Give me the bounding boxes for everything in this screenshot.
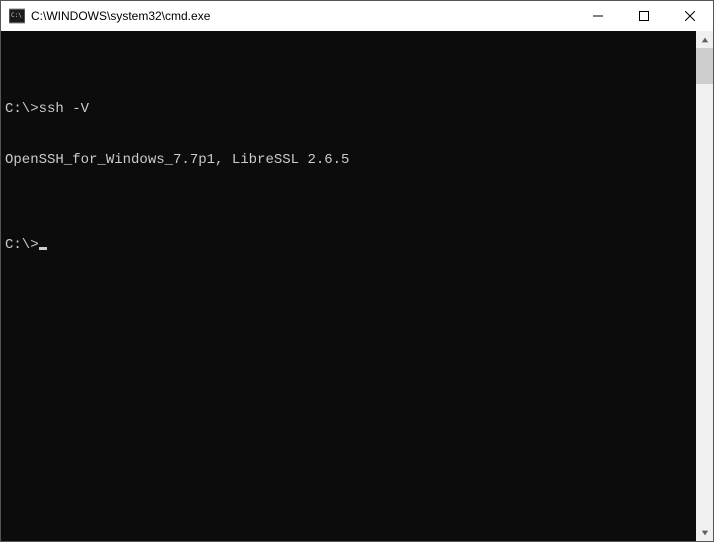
window: C:\ C:\WINDOWS\system32\cmd.exe C:\>ssh … bbox=[0, 0, 714, 542]
terminal[interactable]: C:\>ssh -V OpenSSH_for_Windows_7.7p1, Li… bbox=[1, 31, 696, 541]
terminal-prompt-line: C:\> bbox=[5, 237, 692, 254]
window-title: C:\WINDOWS\system32\cmd.exe bbox=[31, 9, 575, 23]
maximize-button[interactable] bbox=[621, 1, 667, 31]
window-controls bbox=[575, 1, 713, 31]
scroll-up-button[interactable] bbox=[696, 31, 713, 48]
terminal-line: C:\>ssh -V bbox=[5, 101, 692, 118]
scroll-down-button[interactable] bbox=[696, 524, 713, 541]
terminal-prompt: C:\> bbox=[5, 237, 39, 253]
cmd-icon: C:\ bbox=[9, 8, 25, 24]
terminal-area: C:\>ssh -V OpenSSH_for_Windows_7.7p1, Li… bbox=[1, 31, 713, 541]
terminal-line: OpenSSH_for_Windows_7.7p1, LibreSSL 2.6.… bbox=[5, 152, 692, 169]
minimize-button[interactable] bbox=[575, 1, 621, 31]
svg-text:C:\: C:\ bbox=[11, 12, 22, 19]
close-button[interactable] bbox=[667, 1, 713, 31]
cursor-icon bbox=[39, 247, 47, 250]
scrollbar-thumb[interactable] bbox=[696, 48, 713, 84]
titlebar[interactable]: C:\ C:\WINDOWS\system32\cmd.exe bbox=[1, 1, 713, 31]
scrollbar-track[interactable] bbox=[696, 48, 713, 524]
vertical-scrollbar[interactable] bbox=[696, 31, 713, 541]
